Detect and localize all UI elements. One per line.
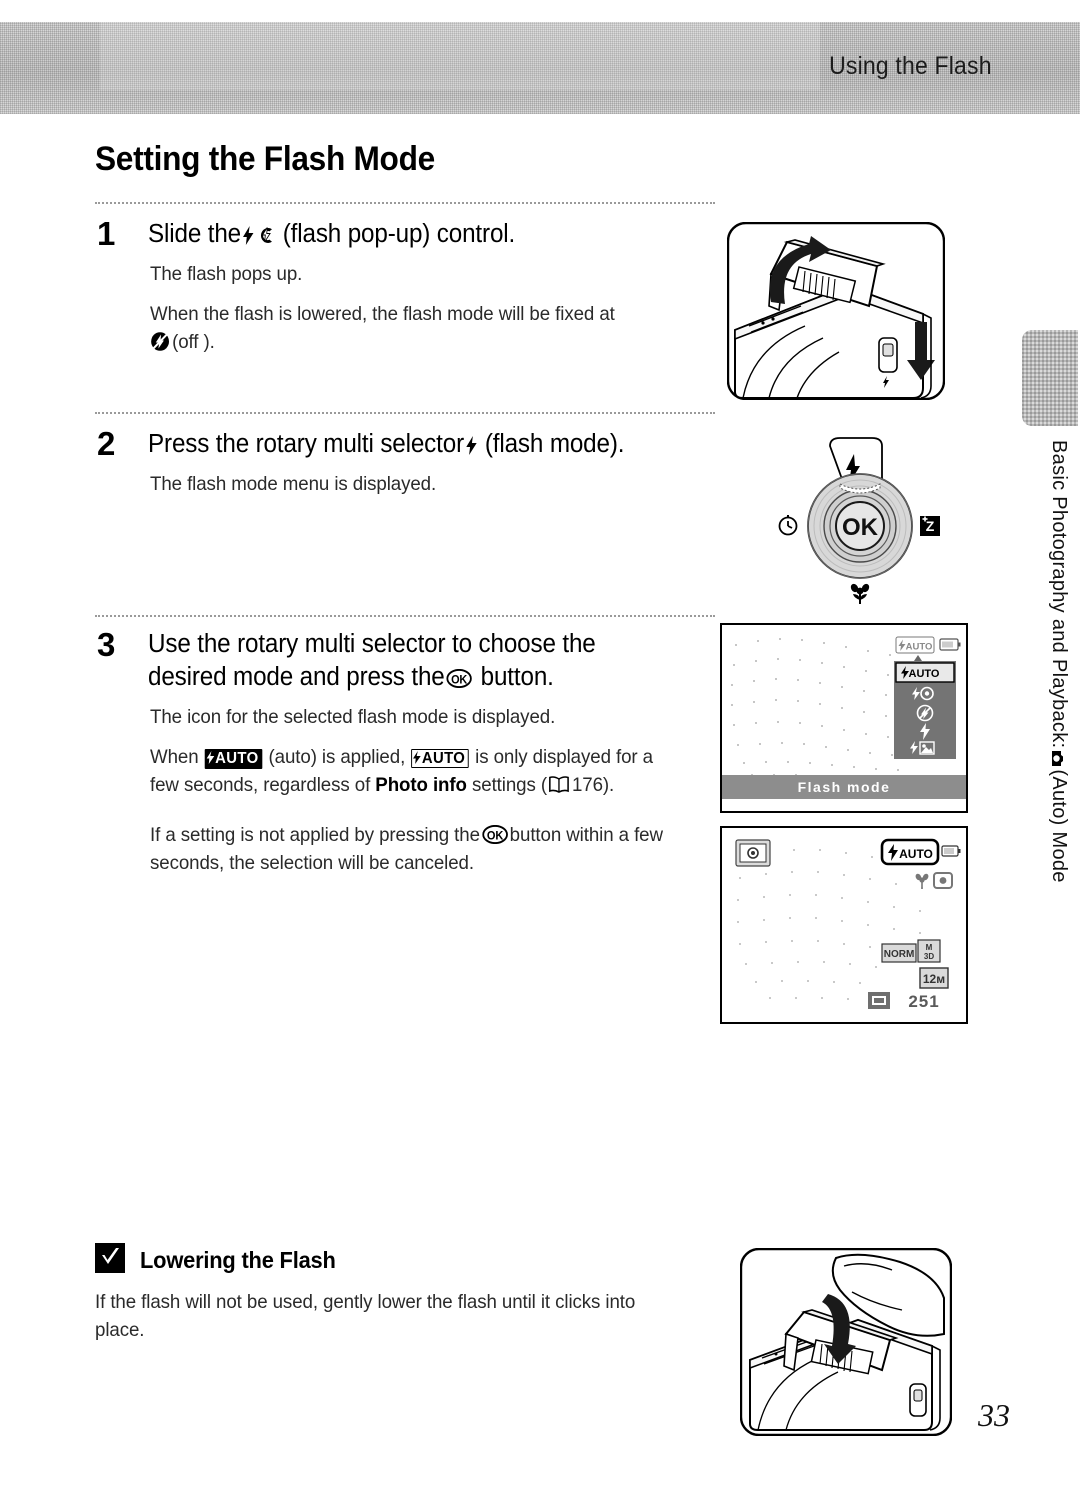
- svg-text:AUTO: AUTO: [899, 847, 933, 861]
- step-3-body-2d: settings (: [471, 774, 547, 796]
- step-3-body-line-3: If a setting is not applied by pressing …: [150, 821, 673, 877]
- camera-flash-popup-illustration: [727, 222, 945, 400]
- flash-popup-control-icon: [258, 226, 275, 245]
- step-3-heading: Use the rotary multi selector to choose …: [148, 628, 661, 694]
- camera-auto-mode-icon: [1049, 750, 1066, 767]
- step-2-body: The flash mode menu is displayed.: [150, 470, 688, 498]
- step-divider-2: [95, 412, 715, 414]
- svg-text:NORM: NORM: [884, 949, 915, 960]
- lcd-menu-caption: Flash mode: [798, 779, 891, 795]
- lowering-flash-illustration: [740, 1248, 952, 1436]
- chapter-tab-label: Basic Photography and Playback: (Auto) Mo…: [1030, 440, 1070, 960]
- step-3-body-2e: ).: [602, 774, 615, 796]
- step-3-body-3a: If a setting is not applied by pressing …: [150, 824, 480, 846]
- step-1-body: The flash pops up. When the flash is low…: [150, 260, 688, 356]
- lcd-live-view-screen: AUTO NORM M 3D 12м 251: [720, 826, 968, 1024]
- section-title: Using the Flash: [829, 52, 992, 80]
- step-divider-3: [95, 615, 715, 617]
- svg-text:AUTO: AUTO: [906, 642, 933, 653]
- rotary-multi-selector-illustration: OK Z: [772, 432, 948, 608]
- page-title: Setting the Flash Mode: [95, 140, 435, 178]
- svg-text:OK: OK: [451, 674, 467, 686]
- step-3-number: 3: [97, 626, 116, 663]
- step-1-body-line-2: When the flash is lowered, the flash mod…: [150, 300, 688, 356]
- step-1-number: 1: [97, 215, 116, 252]
- step-3-heading-post: button.: [480, 663, 554, 691]
- svg-text:Z: Z: [926, 518, 935, 534]
- step-2-heading-post: (flash mode).: [484, 430, 625, 458]
- svg-text:251: 251: [908, 992, 939, 1011]
- flash-bolt-icon: [465, 436, 477, 455]
- page-number: 33: [978, 1397, 1010, 1433]
- step-3-body-2b: (auto) is applied,: [268, 746, 406, 768]
- step-1-body-line-1: The flash pops up.: [150, 263, 303, 285]
- note-check-icon: [95, 1243, 125, 1273]
- step-divider-1: [95, 202, 715, 204]
- flash-auto-badge-label: AUTO: [215, 750, 259, 767]
- step-3-body-line-2: When AUTO (auto) is applied, AUTO is onl…: [150, 743, 673, 799]
- svg-text:OK: OK: [842, 514, 879, 541]
- header-band-highlight: [100, 22, 820, 90]
- svg-text:M: M: [926, 943, 933, 952]
- flash-auto-badge-outline-label: AUTO: [421, 750, 466, 767]
- step-2-heading: Press the rotary multi selector (flash m…: [148, 428, 680, 461]
- flash-bolt-icon: [242, 226, 254, 245]
- flash-auto-badge-outline: AUTO: [411, 749, 470, 768]
- svg-text:12м: 12м: [923, 972, 945, 986]
- step-1-body-line-2-post: (off ).: [172, 331, 215, 353]
- step-3-body-2a: When: [150, 746, 199, 768]
- step-3-body: The icon for the selected flash mode is …: [150, 703, 673, 877]
- step-3-body-line-1: The icon for the selected flash mode is …: [150, 706, 556, 728]
- svg-text:3D: 3D: [924, 952, 934, 961]
- step-2-heading-pre: Press the rotary multi selector: [148, 430, 465, 458]
- step-3-page-ref: 176: [571, 774, 603, 796]
- chapter-tab-block: [1022, 330, 1078, 426]
- note-body: If the flash will not be used, gently lo…: [95, 1291, 636, 1341]
- step-1-body-line-2-pre: When the flash is lowered, the flash mod…: [150, 303, 615, 325]
- step-1-heading: Slide the (flash pop-up) control.: [148, 218, 680, 251]
- chapter-tab-text-after: (Auto) Mode: [1048, 769, 1070, 883]
- flash-off-icon: [150, 331, 170, 352]
- ok-button-icon: OK: [481, 825, 508, 844]
- step-1-heading-pre: Slide the: [148, 220, 241, 248]
- chapter-tab-text-before: Basic Photography and Playback:: [1048, 440, 1070, 749]
- svg-text:OK: OK: [487, 830, 504, 842]
- ok-button-icon: OK: [446, 669, 473, 688]
- flash-auto-badge-solid: AUTO: [204, 749, 263, 769]
- step-2-number: 2: [97, 425, 116, 462]
- lcd-flash-mode-menu-screen: AUTO AUTO Flash mode: [720, 623, 968, 813]
- reference-book-icon: [548, 775, 569, 793]
- step-2-body-line-1: The flash mode menu is displayed.: [150, 473, 437, 495]
- svg-text:AUTO: AUTO: [909, 668, 940, 680]
- note-title: Lowering the Flash: [140, 1247, 336, 1273]
- photo-info-setting-name: Photo info: [375, 774, 467, 796]
- step-1-heading-post: (flash pop-up) control.: [282, 220, 516, 248]
